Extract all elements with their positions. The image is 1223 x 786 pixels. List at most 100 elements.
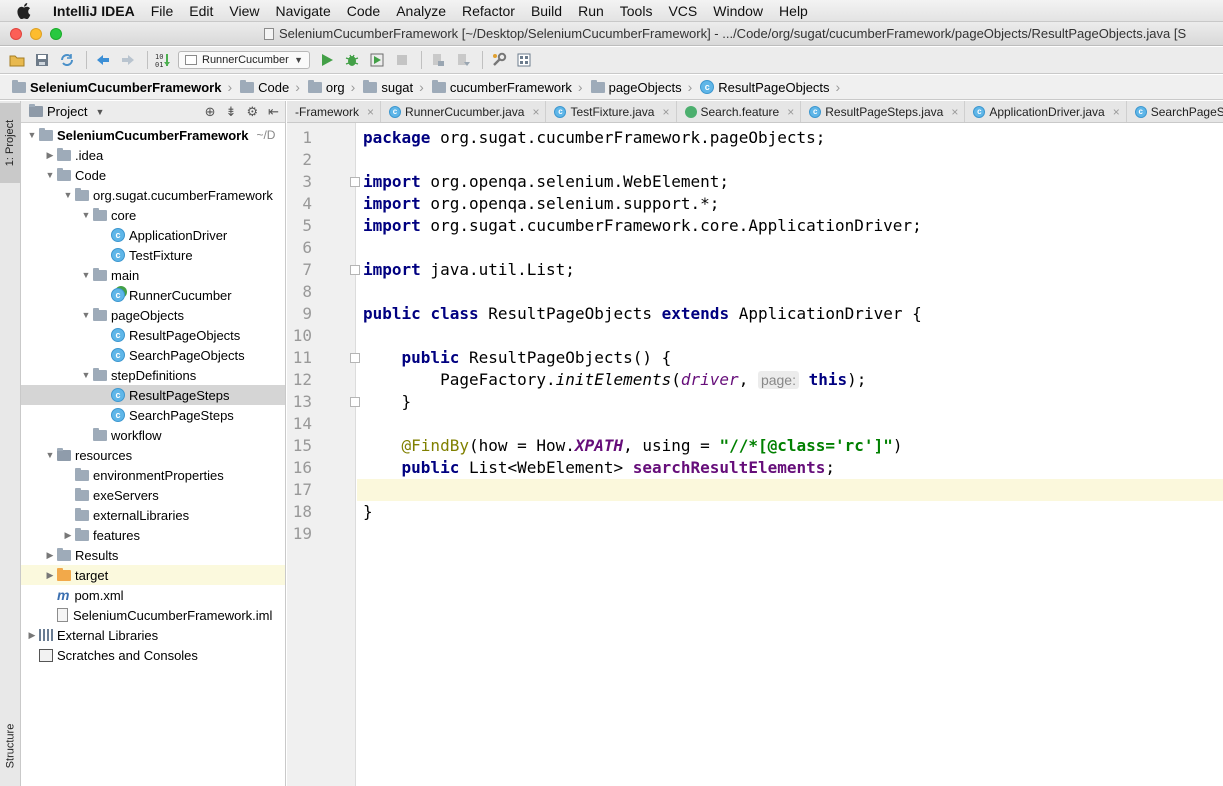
editor-tab[interactable]: Search.feature × bbox=[677, 101, 802, 122]
attach-debugger-icon[interactable] bbox=[427, 49, 449, 71]
close-tab-icon[interactable]: × bbox=[1113, 105, 1120, 119]
project-panel-title[interactable]: Project bbox=[47, 104, 87, 119]
tree-node[interactable]: ▼ main bbox=[21, 265, 285, 285]
collapsed-arrow-icon[interactable]: ▶ bbox=[43, 550, 57, 561]
breadcrumb-item-project[interactable]: SeleniumCucumberFramework › bbox=[8, 75, 236, 100]
editor-tab[interactable]: -Framework × bbox=[287, 101, 382, 122]
tab-structure[interactable]: Structure bbox=[0, 706, 20, 786]
open-folder-icon[interactable] bbox=[6, 49, 28, 71]
chevron-down-icon[interactable]: ▼ bbox=[95, 107, 104, 117]
tree-node[interactable]: Scratches and Consoles bbox=[21, 645, 285, 665]
menu-tools[interactable]: Tools bbox=[612, 3, 661, 19]
menu-refactor[interactable]: Refactor bbox=[454, 3, 523, 19]
build-icon[interactable]: 10 01 bbox=[153, 49, 175, 71]
expanded-arrow-icon[interactable]: ▼ bbox=[79, 370, 93, 380]
tree-node[interactable]: c SearchPageSteps bbox=[21, 405, 285, 425]
close-tab-icon[interactable]: × bbox=[532, 105, 539, 119]
code-editor[interactable]: 1 2 3 4 5 6 7 8 9 10 11 12 13 14 15 16 17 18 19 package or… bbox=[287, 123, 1223, 786]
expanded-arrow-icon[interactable]: ▼ bbox=[79, 210, 93, 220]
minimize-window-button[interactable] bbox=[30, 28, 42, 40]
tree-node[interactable]: ▶ features bbox=[21, 525, 285, 545]
fold-marker-icon[interactable] bbox=[350, 265, 360, 275]
expanded-arrow-icon[interactable]: ▼ bbox=[43, 450, 57, 460]
tree-node[interactable]: ▼ resources bbox=[21, 445, 285, 465]
expanded-arrow-icon[interactable]: ▼ bbox=[79, 310, 93, 320]
stop-icon[interactable] bbox=[391, 49, 413, 71]
menu-build[interactable]: Build bbox=[523, 3, 570, 19]
tree-node[interactable]: c SearchPageObjects bbox=[21, 345, 285, 365]
tree-node[interactable]: ▶ External Libraries bbox=[21, 625, 285, 645]
breadcrumb-item-resultpageobjects[interactable]: c ResultPageObjects › bbox=[696, 75, 844, 100]
zoom-window-button[interactable] bbox=[50, 28, 62, 40]
tree-node[interactable]: c ResultPageSteps bbox=[21, 385, 285, 405]
breadcrumb-item-org[interactable]: org › bbox=[304, 75, 359, 100]
close-tab-icon[interactable]: × bbox=[367, 105, 374, 119]
expanded-arrow-icon[interactable]: ▼ bbox=[61, 190, 75, 200]
collapsed-arrow-icon[interactable]: ▶ bbox=[61, 530, 75, 541]
tree-node[interactable]: ▼ org.sugat.cucumberFramework bbox=[21, 185, 285, 205]
collapsed-arrow-icon[interactable]: ▶ bbox=[43, 570, 57, 581]
tree-node[interactable]: externalLibraries bbox=[21, 505, 285, 525]
vcs-update-icon[interactable] bbox=[452, 49, 474, 71]
gear-icon[interactable]: ⚙ bbox=[246, 104, 258, 120]
tree-node[interactable]: exeServers bbox=[21, 485, 285, 505]
tree-node[interactable]: ▼ stepDefinitions bbox=[21, 365, 285, 385]
tree-node[interactable]: ▶ target bbox=[21, 565, 285, 585]
tree-node[interactable]: c TestFixture bbox=[21, 245, 285, 265]
menu-code[interactable]: Code bbox=[339, 3, 388, 19]
fold-marker-icon[interactable] bbox=[350, 353, 360, 363]
collapse-all-icon[interactable]: ⇟ bbox=[226, 104, 237, 120]
tree-node[interactable]: ▶ Results bbox=[21, 545, 285, 565]
menu-run[interactable]: Run bbox=[570, 3, 612, 19]
tree-node[interactable]: ▼ core bbox=[21, 205, 285, 225]
tree-node[interactable]: ▼ pageObjects bbox=[21, 305, 285, 325]
editor-tab[interactable]: c ApplicationDriver.java × bbox=[965, 101, 1127, 122]
breadcrumb-item-pageobjects[interactable]: pageObjects › bbox=[587, 75, 697, 100]
run-configuration-dropdown[interactable]: RunnerCucumber ▼ bbox=[178, 51, 310, 69]
menu-analyze[interactable]: Analyze bbox=[388, 3, 454, 19]
menu-app-name[interactable]: IntelliJ IDEA bbox=[53, 3, 143, 19]
editor-tab[interactable]: c ResultPageSteps.java × bbox=[801, 101, 966, 122]
apple-menu-icon[interactable] bbox=[17, 2, 39, 19]
save-icon[interactable] bbox=[31, 49, 53, 71]
tree-node[interactable]: m pom.xml bbox=[21, 585, 285, 605]
expanded-arrow-icon[interactable]: ▼ bbox=[79, 270, 93, 280]
locate-target-icon[interactable]: ⊕ bbox=[205, 104, 216, 120]
sync-icon[interactable] bbox=[56, 49, 78, 71]
close-tab-icon[interactable]: × bbox=[787, 105, 794, 119]
close-tab-icon[interactable]: × bbox=[951, 105, 958, 119]
tree-node[interactable]: ▶ .idea bbox=[21, 145, 285, 165]
tree-node[interactable]: SeleniumCucumberFramework.iml bbox=[21, 605, 285, 625]
menu-navigate[interactable]: Navigate bbox=[267, 3, 338, 19]
close-tab-icon[interactable]: × bbox=[662, 105, 669, 119]
coverage-icon[interactable] bbox=[366, 49, 388, 71]
menu-help[interactable]: Help bbox=[771, 3, 816, 19]
editor-tab[interactable]: c TestFixture.java × bbox=[546, 101, 677, 122]
expanded-arrow-icon[interactable]: ▼ bbox=[43, 170, 57, 180]
fold-marker-icon[interactable] bbox=[350, 177, 360, 187]
fold-marker-icon[interactable] bbox=[350, 397, 360, 407]
menu-view[interactable]: View bbox=[221, 3, 267, 19]
breadcrumb-item-sugat[interactable]: sugat › bbox=[359, 75, 427, 100]
settings-wrench-icon[interactable] bbox=[488, 49, 510, 71]
back-arrow-icon[interactable] bbox=[92, 49, 114, 71]
menu-vcs[interactable]: VCS bbox=[660, 3, 705, 19]
menu-edit[interactable]: Edit bbox=[181, 3, 221, 19]
breadcrumb-item-code[interactable]: Code › bbox=[236, 75, 304, 100]
menu-window[interactable]: Window bbox=[705, 3, 771, 19]
close-window-button[interactable] bbox=[10, 28, 22, 40]
tree-node[interactable]: c ApplicationDriver bbox=[21, 225, 285, 245]
project-structure-icon[interactable] bbox=[513, 49, 535, 71]
editor-tab[interactable]: cSearchPageSteps× bbox=[1127, 101, 1223, 122]
hide-panel-icon[interactable]: ⇤ bbox=[268, 104, 279, 120]
tree-node[interactable]: environmentProperties bbox=[21, 465, 285, 485]
debug-icon[interactable] bbox=[341, 49, 363, 71]
forward-arrow-icon[interactable] bbox=[117, 49, 139, 71]
tree-node[interactable]: ▼ SeleniumCucumberFramework ~/D bbox=[21, 125, 285, 145]
tree-node[interactable]: workflow bbox=[21, 425, 285, 445]
tab-project[interactable]: 1: Project bbox=[0, 103, 20, 183]
editor-tab[interactable]: c RunnerCucumber.java × bbox=[381, 101, 547, 122]
collapsed-arrow-icon[interactable]: ▶ bbox=[25, 630, 39, 641]
expanded-arrow-icon[interactable]: ▼ bbox=[25, 130, 39, 140]
run-icon[interactable] bbox=[316, 49, 338, 71]
